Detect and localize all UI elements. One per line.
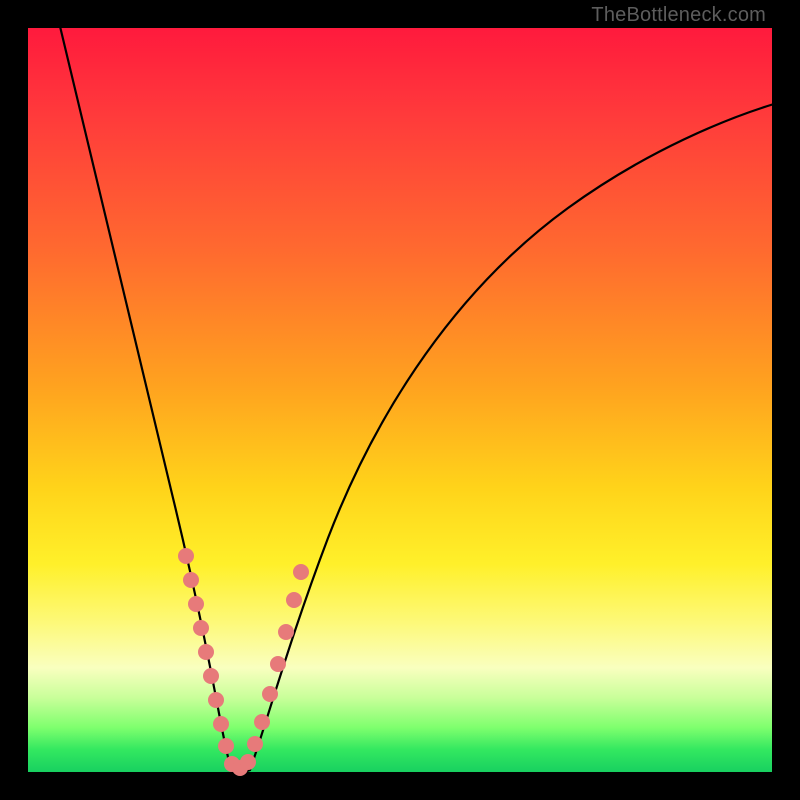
curve-right-branch [250,104,774,770]
watermark-text: TheBottleneck.com [591,4,766,27]
highlight-dots [178,548,309,776]
bottleneck-curve [28,28,772,772]
chart-frame [28,28,772,772]
